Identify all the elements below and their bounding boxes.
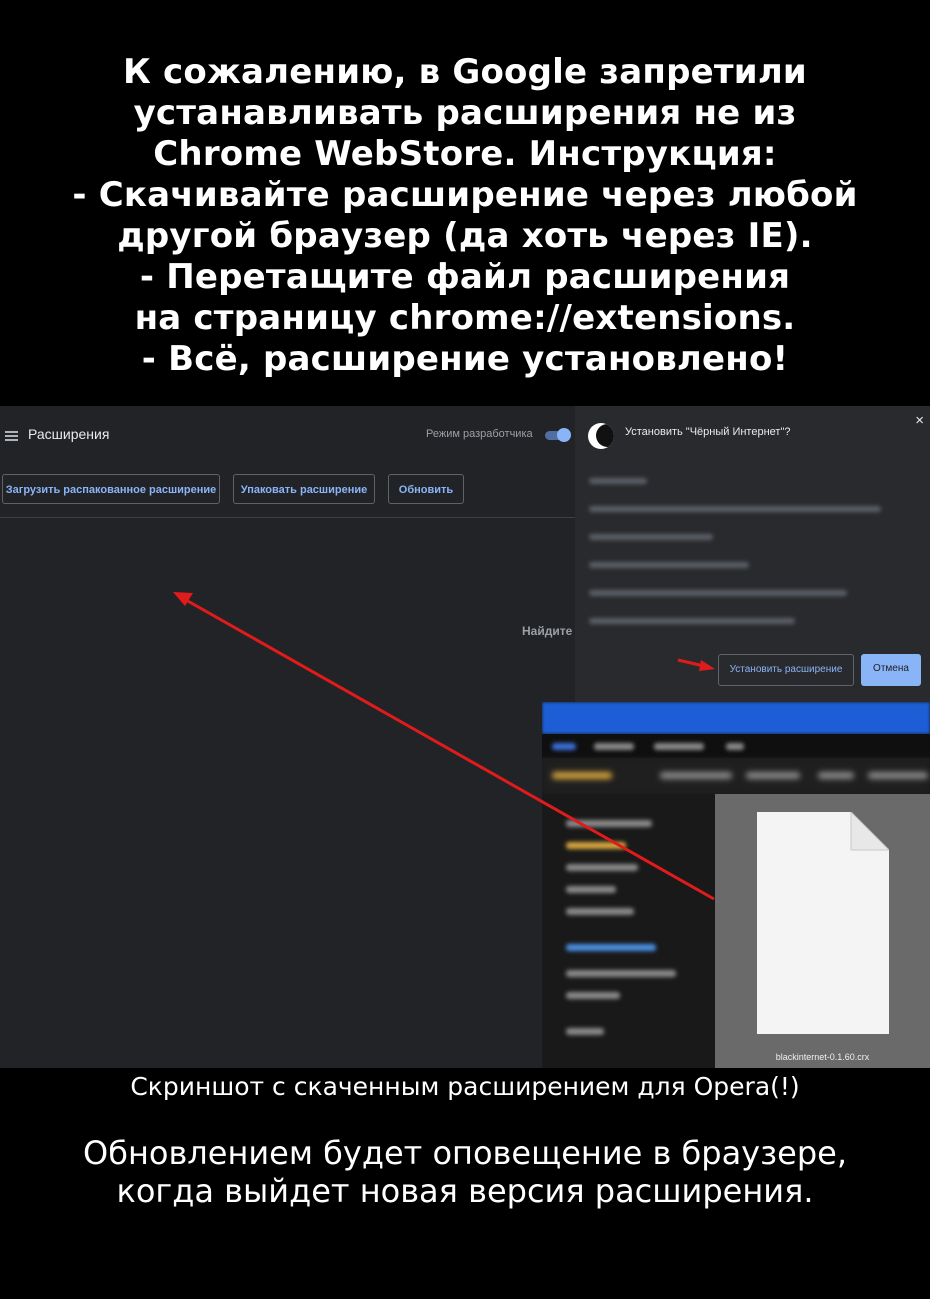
blurred-permission-line (589, 590, 847, 596)
update-button[interactable]: Обновить (388, 474, 464, 504)
file-name-label: blackinternet-0.1.60.crx (775, 1052, 870, 1062)
screenshot-caption: Скриншот с скаченным расширением для Ope… (130, 1072, 800, 1101)
toolbar-divider (0, 517, 575, 518)
file-explorer-window: blackinternet-0.1.60.crx (542, 702, 930, 1068)
page-title: Расширения (28, 426, 110, 442)
cancel-button[interactable]: Отмена (861, 654, 921, 686)
intro-line: на страницу chrome://extensions. (134, 298, 796, 338)
extensions-screenshot: Расширения Режим разработчика Загрузить … (0, 406, 930, 1068)
blurred-permission-line (589, 618, 795, 624)
extensions-toolbar: Расширения Режим разработчика (0, 406, 575, 466)
update-notice: Обновлением будет оповещение в браузере,… (0, 1134, 930, 1210)
install-dialog: × Установить "Чёрный Интернет"? Установи… (575, 406, 930, 702)
intro-line: К сожалению, в Google запретили (123, 52, 807, 92)
find-label: Найдите (522, 624, 573, 638)
intro-line: - Всё, расширение установлено! (141, 339, 789, 379)
blurred-permission-line (589, 562, 749, 568)
intro-line: - Перетащите файл расширения (139, 257, 791, 297)
dialog-title: Установить "Чёрный Интернет"? (625, 426, 791, 438)
intro-line: Chrome WebStore. Инструкция: (153, 134, 777, 174)
install-extension-button[interactable]: Установить расширение (718, 654, 854, 686)
explorer-address-bar (542, 758, 930, 794)
intro-line: устанавливать расширения не из (133, 93, 797, 133)
explorer-ribbon (542, 734, 930, 758)
close-icon[interactable]: × (915, 412, 924, 429)
blurred-permission-line (589, 506, 881, 512)
pack-extension-button[interactable]: Упаковать расширение (233, 474, 375, 504)
update-notice-line: когда выйдет новая версия расширения. (116, 1172, 814, 1210)
load-unpacked-button[interactable]: Загрузить распакованное расширение (2, 474, 220, 504)
blurred-permission-line (589, 534, 713, 540)
crx-file-icon[interactable] (757, 812, 889, 1034)
black-moon-icon (588, 423, 614, 449)
update-notice-line: Обновлением будет оповещение в браузере, (83, 1134, 847, 1172)
hamburger-icon[interactable] (5, 431, 18, 441)
explorer-file-pane: blackinternet-0.1.60.crx (715, 794, 930, 1068)
dev-mode-label: Режим разработчика (426, 428, 533, 440)
intro-line: - Скачивайте расширение через любой (72, 175, 858, 215)
blurred-permissions-heading (589, 478, 647, 484)
dev-mode-toggle[interactable] (545, 428, 571, 442)
intro-line: другой браузер (да хоть через IE). (117, 216, 813, 256)
intro-text: К сожалению, в Google запретили устанавл… (0, 52, 930, 380)
explorer-nav-pane (542, 794, 715, 1068)
explorer-title-bar (542, 702, 930, 734)
